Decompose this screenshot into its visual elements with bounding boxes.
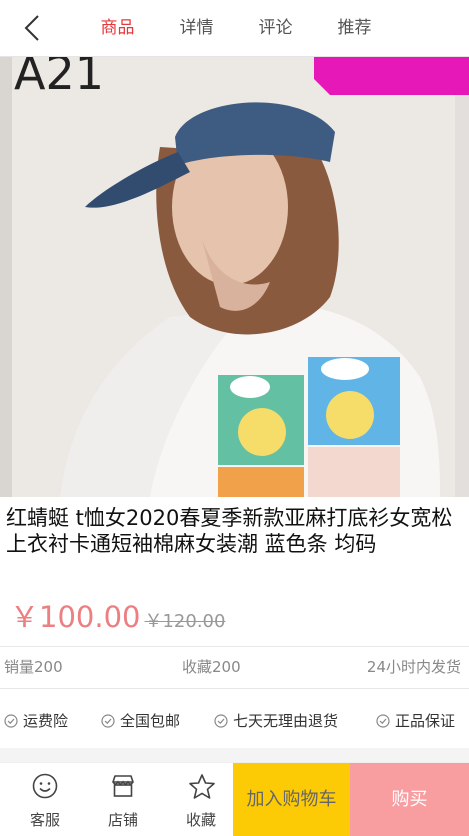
customer-service-label: 客服 — [29, 811, 60, 829]
tab-reviews[interactable]: 评论 — [236, 0, 315, 57]
sales-count: 销量200 — [4, 658, 63, 676]
check-circle-icon — [101, 713, 115, 728]
favorite-count: 收藏200 — [182, 658, 241, 676]
service-guarantees: 运费险 全国包邮 七天无理由退货 正品保证 — [0, 700, 469, 740]
service-label: 运费险 — [23, 712, 69, 730]
favorite-button[interactable]: 收藏 — [162, 763, 240, 836]
current-price: ￥100.00 — [10, 600, 141, 634]
sales-stats: 销量200 收藏200 24小时内发货 — [0, 650, 469, 684]
section-gap — [0, 748, 469, 762]
favorite-label: 收藏 — [185, 811, 216, 829]
product-photo: A21 — [0, 57, 469, 497]
check-circle-icon — [4, 713, 18, 728]
top-navigation-bar: 商品 详情 评论 推荐 — [0, 0, 469, 57]
service-item: 运费险 — [4, 710, 68, 731]
smiley-icon — [32, 773, 58, 799]
product-tabs: 商品 详情 评论 推荐 — [78, 0, 394, 57]
divider — [0, 646, 469, 647]
bottom-action-bar: 客服 店铺 收藏 加入购物车 购买 — [0, 762, 469, 836]
product-image[interactable]: A21 — [0, 57, 469, 497]
buy-now-button[interactable]: 购买 — [350, 763, 469, 836]
check-circle-icon — [214, 713, 228, 728]
back-arrow-icon[interactable] — [20, 14, 48, 42]
shipping-info: 24小时内发货 — [366, 658, 461, 676]
shop-icon — [112, 775, 134, 797]
customer-service-button[interactable]: 客服 — [6, 763, 84, 836]
service-item: 七天无理由退货 — [214, 710, 338, 731]
shop-button[interactable]: 店铺 — [84, 763, 162, 836]
product-title: 红蜻蜓 t恤女2020春夏季新款亚麻打底衫女宽松上衣衬卡通短袖棉麻女装潮 蓝色条… — [6, 506, 453, 556]
service-label: 七天无理由退货 — [233, 712, 339, 730]
star-icon — [189, 774, 215, 799]
tab-goods[interactable]: 商品 — [78, 0, 157, 57]
service-label: 全国包邮 — [120, 712, 181, 730]
price-row: ￥100.00 ￥120.00 — [10, 594, 225, 634]
original-price: ￥120.00 — [144, 611, 226, 632]
check-circle-icon — [376, 713, 390, 728]
tab-recommend[interactable]: 推荐 — [315, 0, 394, 57]
service-label: 正品保证 — [395, 712, 456, 730]
service-item: 正品保证 — [376, 710, 455, 731]
image-brand-text: A21 — [14, 57, 104, 100]
divider — [0, 688, 469, 689]
add-to-cart-button[interactable]: 加入购物车 — [233, 763, 350, 836]
shop-label: 店铺 — [107, 811, 138, 829]
tab-details[interactable]: 详情 — [157, 0, 236, 57]
service-item: 全国包邮 — [101, 710, 180, 731]
